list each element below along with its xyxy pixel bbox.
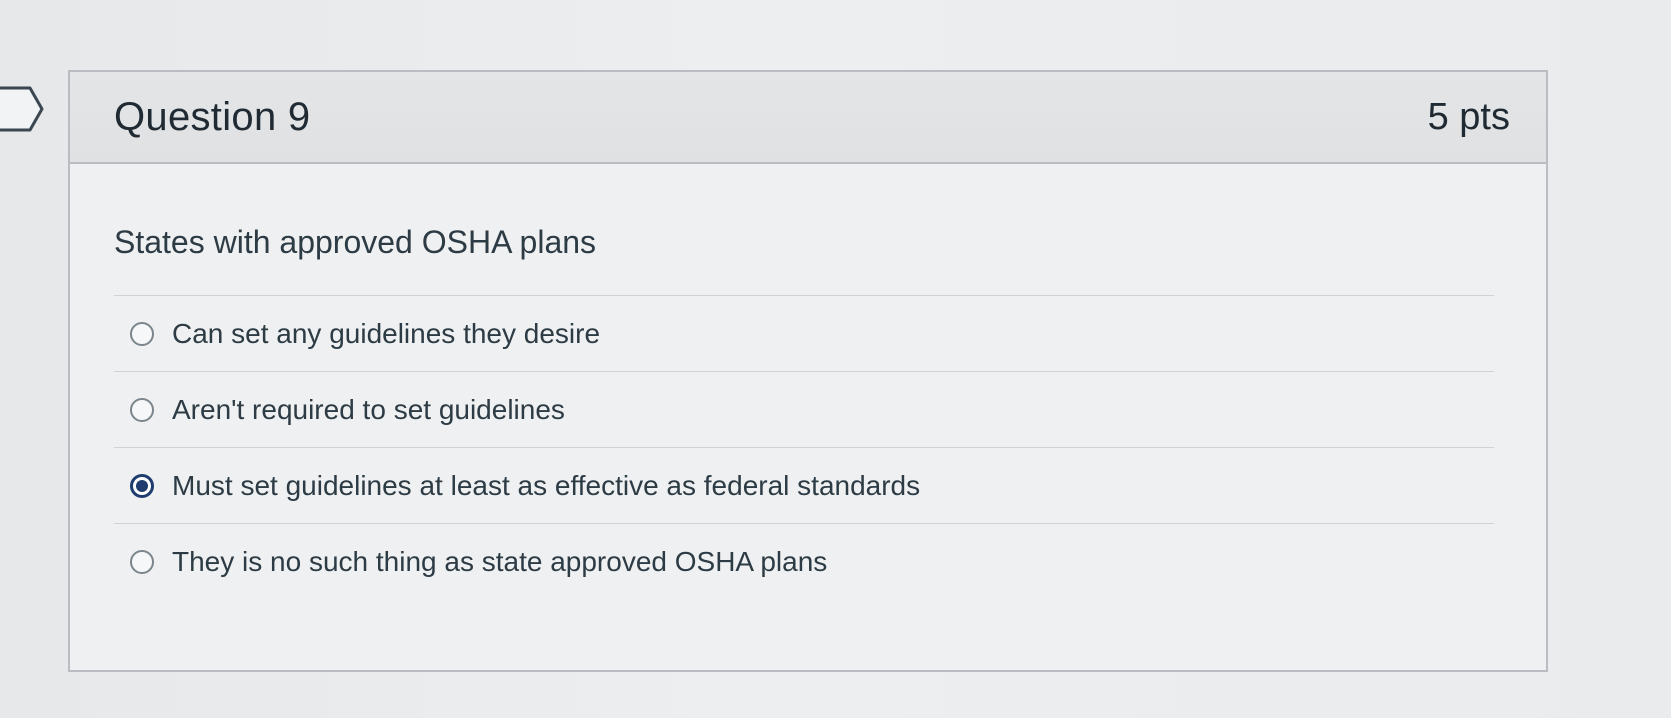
question-text: States with approved OSHA plans [114,224,597,260]
bookmark-flag-icon[interactable] [0,86,44,132]
answer-option-4[interactable]: They is no such thing as state approved … [114,524,1494,600]
answer-option-3[interactable]: Must set guidelines at least as effectiv… [114,448,1494,524]
radio-button[interactable] [130,397,154,422]
question-body: States with approved OSHA plans Can set … [70,164,1546,600]
question-points: 5 pts [1427,95,1510,138]
radio-button[interactable] [130,550,154,574]
answer-label: Aren't required to set guidelines [172,393,565,425]
answer-label: They is no such thing as state approved … [172,546,828,577]
question-header: Question 9 5 pts [70,72,1546,164]
answer-option-1[interactable]: Can set any guidelines they desire [114,296,1494,372]
radio-button[interactable] [130,321,154,346]
radio-button-selected[interactable] [130,473,154,498]
answer-list: Can set any guidelines they desire Aren'… [114,295,1494,600]
answer-label: Must set guidelines at least as effectiv… [172,469,921,501]
question-card: Question 9 5 pts States with approved OS… [68,70,1548,672]
question-title: Question 9 [114,94,311,139]
answer-label: Can set any guidelines they desire [172,317,601,349]
answer-option-2[interactable]: Aren't required to set guidelines [114,372,1494,448]
